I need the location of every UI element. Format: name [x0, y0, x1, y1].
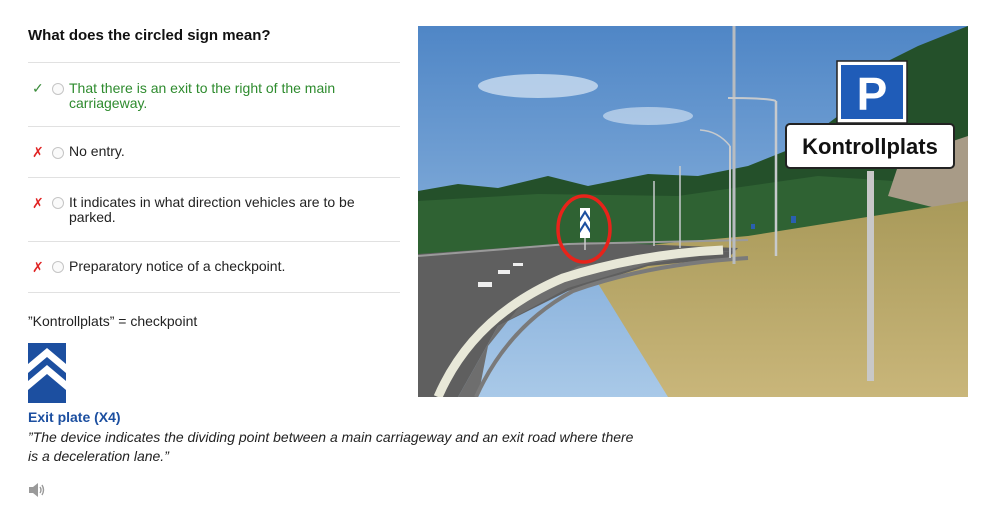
- speaker-icon[interactable]: [28, 482, 46, 498]
- answer-list: ✓ That there is an exit to the right of …: [28, 62, 400, 293]
- cross-icon: ✗: [32, 195, 44, 211]
- explanation-note: ”Kontrollplats” = checkpoint: [28, 313, 198, 329]
- checkpoint-sign-text: Kontrollplats: [802, 134, 938, 159]
- answer-text-2: No entry.: [69, 143, 125, 159]
- answer-option-2[interactable]: ✗ No entry.: [28, 126, 400, 177]
- answer-text-1: That there is an exit to the right of th…: [69, 80, 336, 111]
- road-photo: P Kontrollplats: [418, 26, 968, 397]
- answer-radio-2[interactable]: [52, 147, 64, 159]
- check-icon: ✓: [32, 80, 44, 96]
- answer-option-3[interactable]: ✗ It indicates in what direction vehicle…: [28, 177, 400, 241]
- parking-sign-letter: P: [857, 68, 888, 120]
- cross-icon: ✗: [32, 144, 44, 160]
- answer-option-4[interactable]: ✗ Preparatory notice of a checkpoint.: [28, 241, 400, 293]
- answer-radio-4[interactable]: [52, 261, 64, 273]
- answer-radio-1[interactable]: [52, 83, 64, 95]
- answer-text-4: Preparatory notice of a checkpoint.: [69, 258, 286, 274]
- answer-radio-3[interactable]: [52, 197, 64, 209]
- plate-title: Exit plate (X4): [28, 409, 121, 425]
- answer-option-1[interactable]: ✓ That there is an exit to the right of …: [28, 62, 400, 126]
- exit-plate-icon: [28, 343, 66, 403]
- answer-text-3: It indicates in what direction vehicles …: [69, 194, 355, 225]
- plate-description: ”The device indicates the dividing point…: [28, 429, 634, 464]
- cross-icon: ✗: [32, 259, 44, 275]
- question-text: What does the circled sign mean?: [28, 27, 271, 44]
